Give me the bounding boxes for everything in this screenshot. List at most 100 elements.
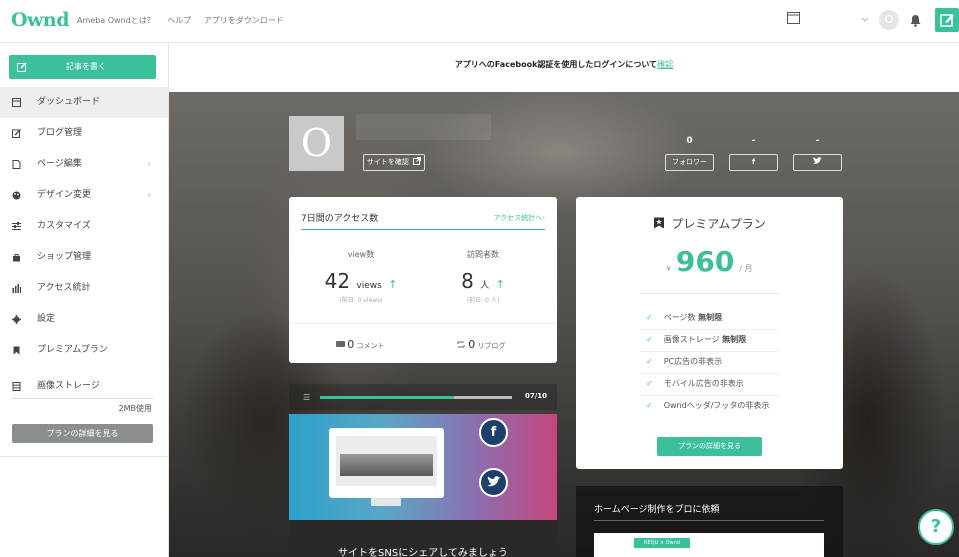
topnav-app-download-link[interactable]: アプリをダウンロード [204,16,284,25]
feature-emphasis: 無制限 [698,313,723,322]
divider [640,329,779,330]
chevron-right-icon: › [147,190,151,201]
sidebar-item-customize[interactable]: カスタマイズ [0,211,168,242]
edit-icon [940,14,954,27]
sidebar-menu: ダッシュボード ブログ管理 ページ編集 › デザイン変更 › カスタマイズ ショ… [0,87,168,402]
window-icon[interactable] [787,12,800,24]
sidebar-item-label: プレミアムプラン [37,345,108,355]
premium-plan-card: プレミアムプラン ¥ 960 / 月 ✓ ページ数 無制限 ✓ 画像ストレージ 無制… [576,197,843,469]
divider [594,520,824,521]
sidebar-item-page-edit[interactable]: ページ編集 › [0,149,168,180]
divider [640,395,779,396]
storage-plan-details-button[interactable]: プランの詳細を見る [12,424,153,443]
dashboard-hero: O サイトを確認 0 - - フォロワー f 7日間のアクセス数 アクセス統計へ… [169,92,959,557]
sidebar-item-dashboard[interactable]: ダッシュボード [0,87,168,118]
view-site-label: サイトを確認 [366,158,409,166]
help-button[interactable]: ? [918,509,954,545]
twitter-icon [479,468,508,497]
sidebar-item-shop[interactable]: ショップ管理 [0,242,168,273]
check-icon: ✓ [646,401,653,410]
new-post-button[interactable] [935,8,959,32]
bookmark-icon [13,346,20,355]
chevron-down-icon[interactable] [861,17,869,23]
twitter-button[interactable] [793,154,842,171]
sidebar-item-label: カスタマイズ [37,221,91,231]
divider [301,229,545,230]
facebook-icon: f [479,418,508,447]
followers-button[interactable]: フォロワー [665,154,714,171]
twitter-count: - [815,136,820,146]
sns-share-illustration[interactable]: f [289,414,557,520]
reblogs-stat[interactable]: 0 リブログ [457,338,505,351]
feature-item: ✓ ページ数 無制限 [646,312,722,323]
site-name-placeholder [356,114,491,140]
check-icon: ✓ [646,379,653,388]
feature-item: ✓ PC広告の非表示 [646,356,722,367]
bar-chart-icon [12,284,21,293]
chevron-right-icon: › [542,214,545,222]
ownd-logo[interactable]: Ownd [11,9,70,31]
sidebar-item-blog[interactable]: ブログ管理 [0,118,168,149]
notice-confirm-link[interactable]: 確認 [657,60,673,69]
notice-text: アプリへのFacebook認証を使用したログインについて [454,60,658,69]
menu-icon[interactable]: ☰ [303,393,310,402]
premium-plan-details-button[interactable]: プランの詳細を見る [657,437,762,456]
sidebar-item-design[interactable]: デザイン変更 › [0,180,168,211]
premium-price: ¥ 960 / 月 [576,245,843,278]
avatar[interactable]: O [879,10,899,30]
access-stats-link[interactable]: アクセス統計へ› [494,213,545,223]
visitors-label: 訪問者数 [467,250,499,259]
comment-icon [336,341,345,347]
storage-icon [12,382,21,391]
view-site-button[interactable]: サイトを確認 [363,154,425,171]
homepage-production-card[interactable]: ホームページ制作をプロに依頼 REQU × Ownd [576,486,843,557]
feature-text: モバイル広告の非表示 [663,379,744,388]
sidebar-item-label: ページ編集 [37,159,82,169]
facebook-count: - [751,136,756,146]
edit-icon [17,62,27,72]
views-stat: view数 42 views ↑ (前日: 0 views) [301,249,421,304]
sidebar-item-label: ブログ管理 [37,128,83,138]
sidebar-item-label: デザイン変更 [37,190,92,200]
divider [0,456,168,457]
twitter-bird-icon [486,476,501,487]
edit-icon [12,129,21,138]
topnav-help-link[interactable]: ヘルプ [167,16,191,25]
sidebar: 記事を書く ダッシュボード ブログ管理 ページ編集 › デザイン変更 › カスタ… [0,43,169,557]
sliders-icon [12,222,21,230]
sidebar-item-analytics[interactable]: アクセス統計 [0,273,168,304]
divider [640,351,779,352]
views-label: view数 [347,250,375,259]
bell-icon[interactable] [910,14,921,27]
price-period: / 月 [739,264,753,273]
divider [640,293,779,294]
divider [289,323,557,324]
site-profile-image[interactable]: O [289,116,344,171]
reblog-icon [457,341,465,348]
sidebar-item-premium[interactable]: プレミアムプラン [0,335,168,366]
write-article-button[interactable]: 記事を書く [9,55,156,79]
check-icon: ✓ [646,335,653,344]
progress-track [320,396,512,399]
check-icon: ✓ [646,357,653,366]
gear-icon [12,315,21,324]
top-nav: Ameba Owndとは？ ヘルプ アプリをダウンロード [77,15,294,26]
site-preview-photo [340,454,433,476]
comments-stat[interactable]: 0 コメント [336,338,384,351]
views-value: 42 [324,269,351,293]
feature-item: ✓ 画像ストレージ 無制限 [646,334,746,345]
monitor-screen [336,436,437,486]
topnav-about-link[interactable]: Ameba Owndとは？ [77,16,155,25]
monitor-illustration [329,428,444,498]
dashboard-icon [12,98,21,107]
progress-count: 07/10 [525,392,548,400]
feature-text: Owndヘッダ/フッタの非表示 [663,401,770,410]
sidebar-item-settings[interactable]: 設定 [0,304,168,335]
facebook-button[interactable]: f [729,154,778,171]
access-card-title: 7日間のアクセス数 [301,214,379,224]
reblogs-label: リブログ [477,342,506,350]
external-link-icon [413,157,422,165]
divider [640,373,779,374]
access-stats-card: 7日間のアクセス数 アクセス統計へ› view数 42 views ↑ (前日:… [289,197,557,363]
access-stats-link-label: アクセス統計へ [493,214,543,222]
